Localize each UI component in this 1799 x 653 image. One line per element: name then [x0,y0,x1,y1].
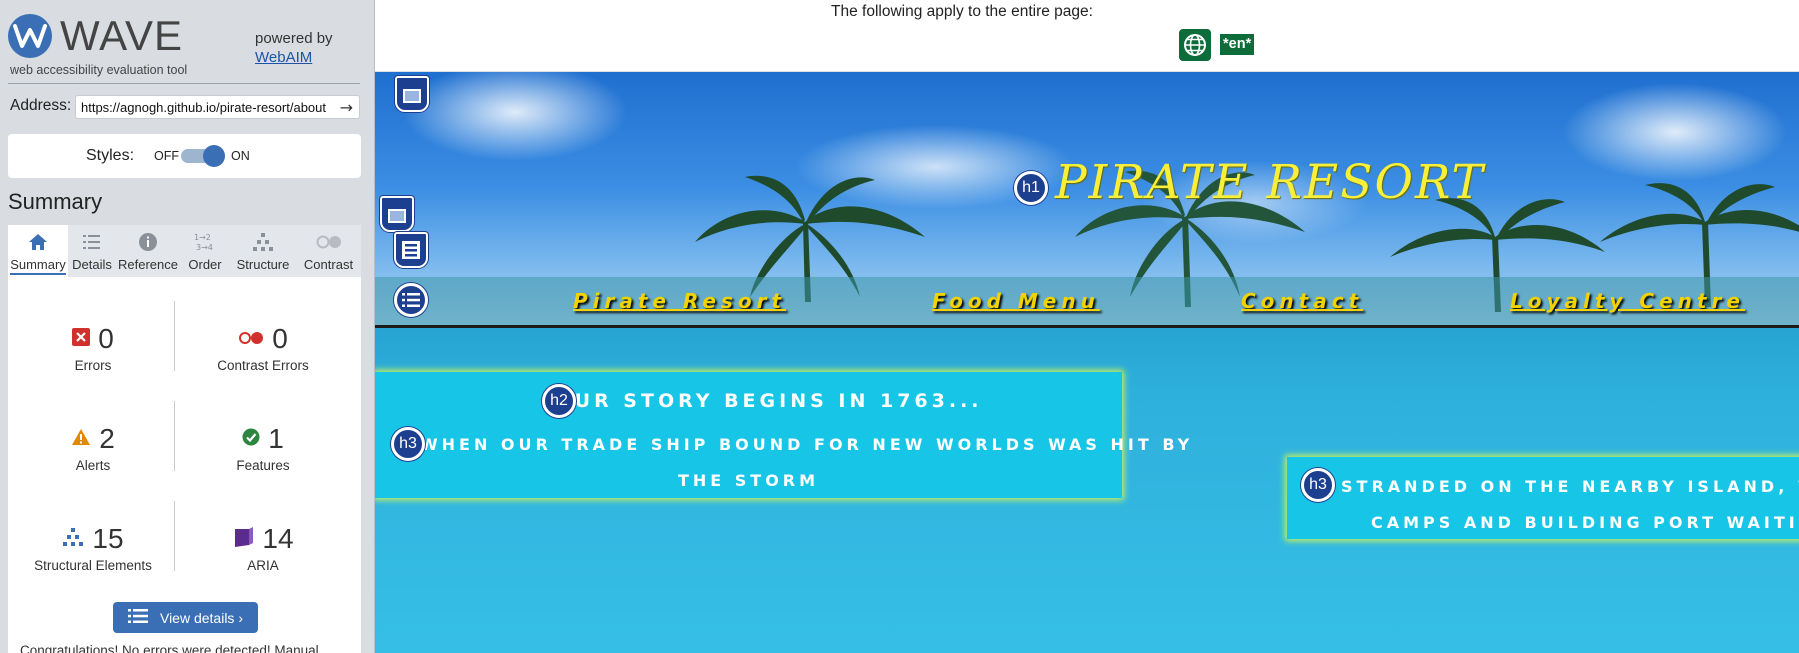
globe-icon[interactable] [1179,29,1211,61]
summary-title: Summary [8,189,103,214]
toggle-knob[interactable] [203,145,225,167]
stat-features[interactable]: 1 Features [178,422,348,473]
congrats-message: Congratulations! No errors were detected… [20,643,319,653]
svg-text:1→2: 1→2 [194,233,211,242]
contrast-error-icon [238,330,264,349]
stat-errors[interactable]: 0 Errors [8,322,178,373]
wave-tagline: web accessibility evaluation tool [10,63,188,77]
order-icon: 1→2 3→4 [180,231,230,253]
contrast-errors-label: Contrast Errors [217,358,309,373]
structure-icon [230,231,296,253]
story-section-2: STRANDED ON THE NEARBY ISLAND, WE ST CAM… [1287,457,1799,539]
page-apply-text: The following apply to the entire page: [831,3,1093,20]
stat-aria[interactable]: 14 ARIA [178,522,348,573]
wave-logo-icon [8,14,52,58]
address-label: Address: [10,97,72,114]
features-label: Features [236,458,290,473]
structural-count: 15 [92,523,124,554]
stat-contrast-errors[interactable]: 0 Contrast Errors [178,322,348,373]
nav-link-contact[interactable]: Contact [1241,289,1363,313]
styles-label: Styles: [86,147,135,164]
language-badge[interactable]: *en* [1220,34,1255,55]
powered-by-label: powered by [255,30,333,47]
wave-sidebar: WAVE web accessibility evaluation tool p… [0,0,375,653]
svg-text:3→4: 3→4 [196,243,213,252]
styles-panel: Styles: OFF ON [8,134,361,178]
unordered-list-icon[interactable] [394,283,428,317]
story-section-1: OUR STORY BEGINS IN 1763... WHEN OUR TRA… [375,372,1194,498]
contrast-errors-count: 0 [272,323,288,354]
summary-panel: 0 Errors 0 Contrast Errors 2 Alerts 1 Fe… [8,277,361,653]
tab-label: Summary [10,257,66,275]
alerts-count: 2 [99,423,115,454]
tab-reference[interactable]: Reference [116,225,180,277]
alerts-label: Alerts [75,458,111,473]
errors-count: 0 [98,323,114,354]
story-heading: OUR STORY BEGINS IN 1763... [554,390,983,412]
errors-label: Errors [74,358,112,373]
aria-icon [232,526,254,552]
wave-logo-text: WAVE [60,12,184,59]
nav-link-food-menu[interactable]: Food Menu [932,289,1100,313]
aria-list-icon[interactable] [394,232,428,268]
error-icon [72,328,91,350]
story2-line2: CAMPS AND BUILDING PORT WAITING FO [1371,513,1799,532]
site-title: PIRATE RESORT [1055,155,1485,210]
styles-toggle[interactable] [181,145,225,167]
info-icon [116,231,180,253]
aria-landmark-icon[interactable] [380,196,414,232]
tab-label: Order [188,257,222,272]
h3-badge[interactable]: h3 [1301,468,1335,502]
arrow-right-icon[interactable]: → [340,98,353,117]
aria-count: 14 [262,523,294,554]
alert-icon [71,428,91,450]
view-details-button[interactable]: View details › [113,602,258,633]
h1-badge[interactable]: h1 [1014,171,1048,205]
tab-label: Structure [236,257,290,272]
story2-line1: STRANDED ON THE NEARBY ISLAND, WE ST [1341,477,1799,496]
feature-check-icon [242,428,260,450]
tab-label: Reference [118,257,178,272]
tab-order[interactable]: 1→2 3→4 Order [180,225,230,277]
powered-by: powered by WebAIM [255,29,333,67]
aria-label: ARIA [247,558,279,573]
view-details-label[interactable]: View details › [160,610,243,626]
list-icon [127,608,148,627]
styles-on-label: ON [231,149,250,163]
address-value[interactable]: https://agnogh.github.io/pirate-resort/a… [81,100,336,115]
features-count: 1 [268,423,284,454]
story-subheading-line2: THE STORM [677,471,820,490]
stat-structural-elements[interactable]: 15 Structural Elements [8,522,178,573]
tab-bar: Summary Details Reference 1→2 3→4 Order S… [8,225,361,277]
tab-details[interactable]: Details [68,225,116,277]
h2-badge[interactable]: h2 [542,384,576,418]
contrast-icon [296,231,361,253]
styles-off-label: OFF [154,149,179,163]
list-icon [68,231,116,253]
story-subheading-line1: WHEN OUR TRADE SHIP BOUND FOR NEW WORLDS… [420,435,1194,454]
webaim-link[interactable]: WebAIM [255,48,333,67]
main-nav: Pirate Resort Food Menu Contact Loyalty … [375,277,1799,328]
address-input[interactable]: https://agnogh.github.io/pirate-resort/a… [75,95,360,119]
tab-label: Contrast [303,257,354,272]
divider [8,83,360,84]
hero-banner: PIRATE RESORT Pirate Resort Food Menu Co… [375,72,1799,328]
tab-structure[interactable]: Structure [230,225,296,277]
nav-link-loyalty-centre[interactable]: Loyalty Centre [1510,289,1745,313]
nav-link-pirate-resort[interactable]: Pirate Resort [573,289,786,313]
tab-label: Details [72,257,112,272]
structural-label: Structural Elements [34,558,152,573]
h3-badge[interactable]: h3 [391,427,425,461]
stat-alerts[interactable]: 2 Alerts [8,422,178,473]
page-level-bar: The following apply to the entire page: … [375,0,1799,72]
aria-landmark-icon[interactable] [395,76,429,112]
home-icon [8,231,68,253]
structure-icon [62,527,84,551]
tab-summary[interactable]: Summary [8,225,68,277]
tab-contrast[interactable]: Contrast [296,225,361,277]
evaluated-page: PIRATE RESORT Pirate Resort Food Menu Co… [375,72,1799,653]
